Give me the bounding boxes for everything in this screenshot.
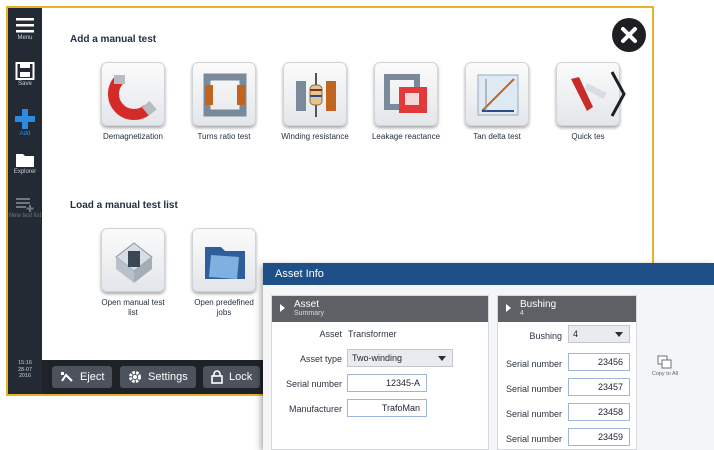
open-list-icon (115, 242, 153, 283)
asset-panel: Asset Summary Asset Transformer Asset ty… (271, 295, 489, 450)
bushing-select[interactable]: 4 (568, 325, 630, 343)
bushing-panel-header[interactable]: Bushing 4 (498, 296, 636, 322)
serial-number-input[interactable]: 12345-A (347, 374, 427, 392)
expand-arrow-icon (506, 304, 511, 312)
test-tile-demagnetization[interactable] (101, 62, 165, 126)
test-label: Quick tes (571, 132, 605, 141)
bushing-label: Bushing (529, 331, 562, 341)
tan-delta-icon (477, 74, 519, 116)
bushing-serial-input[interactable]: 23456 (568, 353, 630, 371)
dropdown-arrow-icon (615, 332, 623, 337)
folder-icon (16, 154, 34, 167)
bushing-panel: Bushing 4 Bushing 4 Serial number 23456 … (497, 295, 637, 450)
manufacturer-input[interactable]: TrafoMan (347, 399, 427, 417)
manufacturer-label: Manufacturer (288, 404, 342, 414)
add-icon (15, 109, 35, 129)
test-tile-leakage-reactance[interactable] (374, 62, 438, 126)
load-section-title: Load a manual test list (70, 200, 178, 211)
test-tile-turns-ratio[interactable] (192, 62, 256, 126)
lock-button[interactable]: Lock (203, 366, 261, 388)
sidebar-item-explorer[interactable]: Explorer (8, 148, 42, 188)
lock-icon (211, 370, 223, 384)
magnet-icon (108, 74, 157, 120)
resistor-icon (296, 73, 336, 117)
sidebar-item-label: Explorer (13, 169, 37, 175)
bushing-value: 4 (573, 329, 579, 339)
sidebar-item-add[interactable]: Add (8, 104, 42, 144)
screen: Menu Save Add Explorer New test list 15:… (0, 0, 714, 450)
bushing-panel-subtitle: 4 (520, 310, 524, 317)
eject-button[interactable]: Eject (52, 366, 113, 388)
eject-label: Eject (80, 371, 105, 383)
dropdown-arrow-icon (438, 356, 446, 361)
asset-panel-title: Asset (294, 299, 320, 310)
open-predefined-jobs-tile[interactable] (192, 228, 256, 292)
asset-info-window: Asset Info Asset Summary Asset Transform… (263, 263, 714, 450)
leakage-icon (384, 74, 427, 113)
sidebar-item-new-test-list[interactable]: New test list (8, 192, 42, 232)
asset-type-label: Asset type (299, 354, 342, 364)
test-label: Turns ratio test (197, 132, 251, 141)
bushing-serial-label: Serial number (505, 409, 562, 419)
new-list-icon (16, 198, 34, 212)
eject-icon (61, 372, 73, 382)
sidebar-item-label: New test list (8, 213, 42, 219)
test-label: Leakage reactance (371, 132, 441, 141)
save-icon (15, 62, 35, 80)
menu-icon (16, 18, 34, 33)
expand-arrow-icon (280, 304, 285, 312)
clock-date: 28-07 (17, 366, 33, 373)
asset-value: Transformer (348, 329, 397, 339)
load-label-line2: list (128, 308, 138, 317)
load-label: Open predefined jobs (179, 298, 269, 318)
sidebar-item-label: Save (18, 81, 32, 87)
sidebar-item-label: Add (19, 131, 31, 137)
test-label: Winding resistance (281, 132, 349, 141)
bushing-serial-input[interactable]: 23457 (568, 378, 630, 396)
test-label: Tan delta test (473, 132, 521, 141)
sidebar-item-save[interactable]: Save (8, 58, 42, 98)
lock-label: Lock (229, 371, 253, 383)
load-label-line1: Open manual test (101, 298, 165, 307)
bushing-serial-input[interactable]: 23458 (568, 403, 630, 421)
predefined-jobs-icon (205, 247, 245, 279)
load-label-line2: jobs (216, 308, 232, 317)
copy-icon (657, 355, 672, 369)
test-label: Demagnetization (102, 132, 164, 141)
copy-to-all-label: Copy to All (651, 371, 679, 377)
asset-type-value: Two-winding (352, 353, 403, 363)
clock-time: 15:16 (18, 360, 32, 366)
asset-info-title: Asset Info (263, 263, 714, 285)
test-tile-winding-resistance[interactable] (283, 62, 347, 126)
bushing-panel-title: Bushing (520, 299, 557, 310)
test-tile-tan-delta[interactable] (465, 62, 529, 126)
asset-panel-subtitle: Summary (294, 310, 324, 317)
settings-label: Settings (148, 371, 188, 383)
close-icon (621, 27, 637, 43)
sidebar-item-menu[interactable]: Menu (8, 12, 42, 52)
load-label: Open manual test list (88, 298, 178, 318)
gear-icon (129, 371, 141, 383)
bushing-serial-input[interactable]: 23459 (568, 428, 630, 446)
chevron-right-icon[interactable] (608, 70, 628, 118)
settings-button[interactable]: Settings (120, 366, 196, 388)
close-button[interactable] (612, 18, 646, 52)
add-section-title: Add a manual test (70, 34, 157, 45)
sidebar-item-label: Menu (17, 35, 33, 41)
sidebar: Menu Save Add Explorer New test list 15:… (8, 8, 42, 394)
asset-panel-header[interactable]: Asset Summary (272, 296, 488, 322)
asset-type-select[interactable]: Two-winding (347, 349, 453, 367)
copy-to-all-button[interactable]: Copy to All (645, 355, 685, 377)
asset-label: Asset (319, 329, 342, 339)
bushing-serial-label: Serial number (505, 384, 562, 394)
clock: 15:16 28-07 2016 (8, 360, 42, 380)
serial-number-label: Serial number (285, 379, 342, 389)
open-manual-test-list-tile[interactable] (101, 228, 165, 292)
load-label-line1: Open predefined (194, 298, 254, 307)
transformer-core-icon (203, 73, 247, 117)
bushing-serial-label: Serial number (505, 359, 562, 369)
clock-year: 2016 (18, 373, 32, 379)
bushing-serial-label: Serial number (505, 434, 562, 444)
